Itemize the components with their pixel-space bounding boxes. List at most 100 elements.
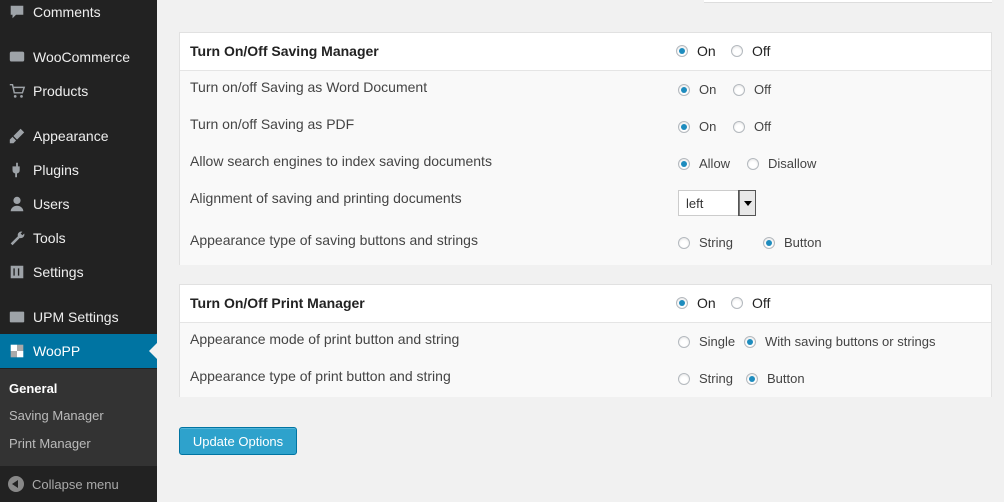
saving-panel-title: Turn On/Off Saving Manager	[190, 43, 379, 59]
saving-panel-header: Turn On/Off Saving Manager On Off	[180, 33, 991, 71]
collapse-label: Collapse menu	[32, 476, 119, 492]
option-label: Off	[752, 43, 771, 59]
pdf-off-option[interactable]: Off	[733, 119, 771, 134]
sidebar-item-woopp[interactable]: WooPP	[0, 334, 157, 368]
saving-on-option[interactable]: On	[676, 43, 716, 59]
alignment-select[interactable]: left	[678, 190, 756, 216]
option-label: On	[699, 119, 717, 134]
update-options-button[interactable]: Update Options	[179, 427, 297, 455]
pdf-on-option[interactable]: On	[678, 119, 716, 134]
setting-label: Allow search engines to index saving doc…	[190, 153, 492, 169]
radio-button[interactable]	[746, 372, 758, 385]
option-label: Disallow	[768, 156, 817, 171]
radio-button[interactable]	[678, 236, 690, 249]
option-label: Off	[754, 82, 772, 97]
sidebar-item-users[interactable]: Users	[0, 187, 157, 221]
option-label: Off	[754, 119, 772, 134]
submenu-saving-manager[interactable]: Saving Manager	[9, 408, 104, 423]
sidebar-item-plugins[interactable]: Plugins	[0, 153, 157, 187]
saving-off-option[interactable]: Off	[731, 43, 770, 59]
sliders-icon	[0, 263, 33, 281]
top-strip	[704, 0, 992, 3]
single-option[interactable]: Single	[678, 334, 735, 349]
option-label: String	[699, 235, 733, 250]
radio-button[interactable]	[678, 120, 690, 133]
option-label: String	[699, 371, 733, 386]
woopp-icon	[0, 342, 33, 360]
setting-row: Appearance type of print button and stri…	[180, 360, 991, 397]
radio-button[interactable]	[744, 335, 756, 348]
cart-icon	[0, 82, 33, 100]
chevron-down-icon[interactable]	[738, 190, 756, 216]
radio-button[interactable]	[676, 45, 688, 57]
submenu: General Saving Manager Print Manager	[0, 369, 157, 466]
collapse-menu[interactable]: Collapse menu	[0, 470, 157, 498]
sidebar-item-label: WooPP	[33, 343, 81, 359]
sidebar-item-label: WooCommerce	[33, 49, 130, 65]
disallow-option[interactable]: Disallow	[747, 156, 816, 171]
setting-row: Turn on/off Saving as Word Document On O…	[180, 71, 991, 108]
submenu-general[interactable]: General	[9, 381, 57, 396]
radio-button[interactable]	[678, 83, 690, 96]
sidebar-item-label: Tools	[33, 230, 66, 246]
sidebar-item-label: Comments	[33, 4, 101, 20]
radio-button[interactable]	[731, 45, 743, 57]
saving-string-option[interactable]: String	[678, 235, 733, 250]
radio-button[interactable]	[763, 236, 775, 249]
setting-row: Turn on/off Saving as PDF On Off	[180, 108, 991, 145]
sidebar-item-woocommerce[interactable]: WooCommerce	[0, 40, 157, 74]
print-off-option[interactable]: Off	[731, 295, 770, 311]
woocommerce-icon	[0, 48, 33, 66]
option-label: On	[697, 43, 716, 59]
setting-row: Appearance mode of print button and stri…	[180, 323, 991, 360]
option-label: Button	[784, 235, 822, 250]
setting-label: Appearance mode of print button and stri…	[190, 331, 460, 347]
setting-label: Appearance type of saving buttons and st…	[190, 232, 478, 248]
saving-panel-body: Turn on/off Saving as Word Document On O…	[180, 71, 991, 265]
select-value: left	[686, 196, 704, 211]
pp-icon	[0, 308, 33, 326]
with-saving-option[interactable]: With saving buttons or strings	[744, 334, 936, 349]
setting-label: Alignment of saving and printing documen…	[190, 190, 462, 206]
radio-button[interactable]	[678, 157, 690, 170]
setting-row: Appearance type of saving buttons and st…	[180, 228, 991, 265]
print-panel-title: Turn On/Off Print Manager	[190, 295, 365, 311]
sidebar-item-appearance[interactable]: Appearance	[0, 119, 157, 153]
allow-option[interactable]: Allow	[678, 156, 730, 171]
submenu-print-manager[interactable]: Print Manager	[9, 436, 91, 451]
plug-icon	[0, 161, 33, 179]
sidebar-item-tools[interactable]: Tools	[0, 221, 157, 255]
comment-icon	[0, 3, 33, 21]
print-button-option[interactable]: Button	[746, 371, 805, 386]
sidebar-item-products[interactable]: Products	[0, 74, 157, 108]
active-arrow	[149, 343, 157, 359]
sidebar-item-label: UPM Settings	[33, 309, 119, 325]
option-label: Button	[767, 371, 805, 386]
word-on-option[interactable]: On	[678, 82, 716, 97]
radio-button[interactable]	[731, 297, 743, 309]
print-manager-panel: Turn On/Off Print Manager On Off Appeara…	[179, 284, 992, 397]
print-panel-header: Turn On/Off Print Manager On Off	[180, 285, 991, 323]
radio-button[interactable]	[676, 297, 688, 309]
setting-row: Allow search engines to index saving doc…	[180, 145, 991, 182]
radio-button[interactable]	[747, 157, 759, 170]
option-label: On	[697, 295, 716, 311]
setting-label: Turn on/off Saving as Word Document	[190, 79, 428, 95]
sidebar-item-label: Settings	[33, 264, 84, 280]
radio-button[interactable]	[733, 120, 745, 133]
radio-button[interactable]	[733, 83, 745, 96]
user-icon	[0, 195, 33, 213]
print-string-option[interactable]: String	[678, 371, 733, 386]
saving-manager-panel: Turn On/Off Saving Manager On Off Turn o…	[179, 32, 992, 265]
setting-label: Appearance type of print button and stri…	[190, 368, 451, 384]
saving-button-option[interactable]: Button	[763, 235, 822, 250]
word-off-option[interactable]: Off	[733, 82, 771, 97]
radio-button[interactable]	[678, 335, 690, 348]
sidebar-item-upm-settings[interactable]: UPM Settings	[0, 300, 157, 334]
sidebar-item-settings[interactable]: Settings	[0, 255, 157, 289]
sidebar-item-label: Appearance	[33, 128, 109, 144]
print-on-option[interactable]: On	[676, 295, 716, 311]
radio-button[interactable]	[678, 372, 690, 385]
sidebar-item-comments[interactable]: Comments	[0, 0, 157, 29]
wrench-icon	[0, 229, 33, 247]
